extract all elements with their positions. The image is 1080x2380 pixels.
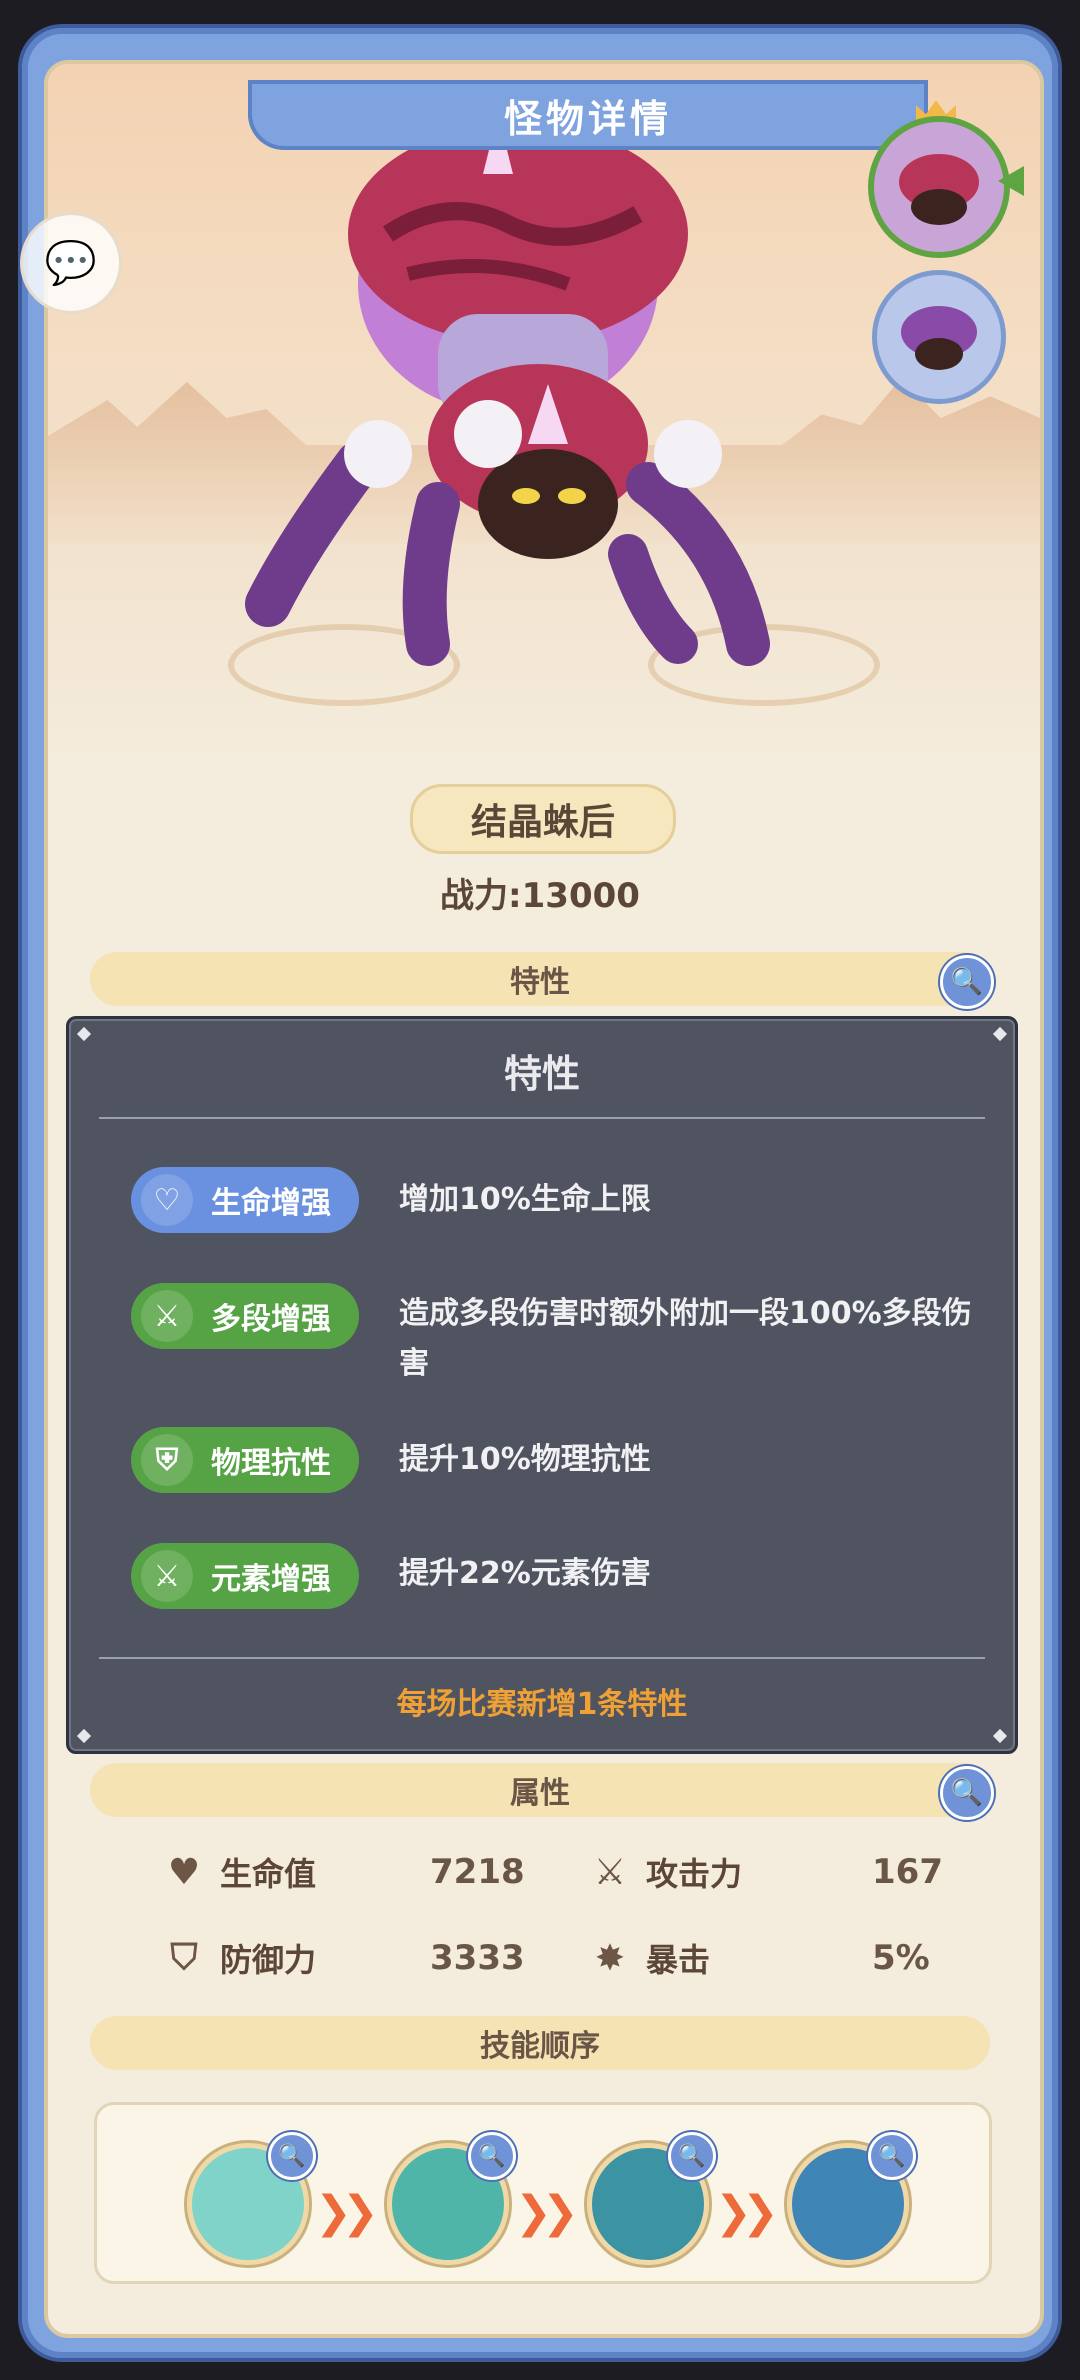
trait-name: 生命增强 <box>211 1186 331 1221</box>
attr-defense: ⛉ 防御力 <box>164 1930 316 1986</box>
heart-shield-icon: ♡ <box>141 1174 193 1226</box>
arrow-icon: ❯❯ <box>515 2187 579 2238</box>
trait-badge-multi-hit[interactable]: ⚔ 多段增强 <box>131 1283 359 1349</box>
skill-search-icon[interactable]: 🔍 <box>268 2132 316 2180</box>
monster-model <box>245 114 770 666</box>
crossed-swords-icon: ⚔ <box>593 1851 627 1893</box>
attr-attack: ⚔ 攻击力 <box>590 1844 742 1900</box>
corner-ornament <box>76 1728 92 1744</box>
attr-label: 生命值 <box>220 1855 317 1893</box>
attr-label: 暴击 <box>646 1941 711 1979</box>
attr-value: 167 <box>872 1852 943 1892</box>
attr-value: 5% <box>872 1938 930 1978</box>
skill-order-panel: 🔍 ❯❯ 🔍 ❯❯ 🔍 ❯❯ 🔍 <box>94 2102 992 2284</box>
trait-name: 物理抗性 <box>211 1446 331 1481</box>
skill-order-section-title: 技能顺序 <box>480 2029 600 2064</box>
crystal-shard-skill-icon[interactable]: 🔍 <box>587 2132 716 2265</box>
trait-popup-footer: 每场比赛新增1条特性 <box>396 1687 688 1722</box>
attr-value: 7218 <box>430 1852 525 1892</box>
rock-burst-skill-icon[interactable]: 🔍 <box>787 2132 916 2265</box>
trait-name: 元素增强 <box>211 1562 331 1597</box>
arrow-icon: ❯❯ <box>715 2187 779 2238</box>
trait-badge-element-boost[interactable]: ⚔ 元素增强 <box>131 1543 359 1609</box>
trait-popup: 特性 ♡ 生命增强 增加10%生命上限 ⚔ 多段增强 造成多段伤害时额外附加一段… <box>66 1016 1018 1754</box>
skill-order-section-bar: 技能顺序 <box>90 2016 990 2070</box>
attr-value: 3333 <box>430 1938 525 1978</box>
attr-label: 攻击力 <box>646 1855 743 1893</box>
monster-name: 结晶蛛后 <box>470 802 615 843</box>
traits-section-title: 特性 <box>510 965 570 1000</box>
title-banner: 怪物详情 <box>248 80 928 150</box>
attr-hp: ♥ 生命值 <box>164 1844 316 1900</box>
skill-search-icon[interactable]: 🔍 <box>668 2132 716 2180</box>
attr-crit: ✸ 暴击 <box>590 1930 710 1986</box>
trait-popup-title: 特性 <box>503 1052 580 1096</box>
burst-star-icon: ✸ <box>594 1937 626 1979</box>
skill-search-icon[interactable]: 🔍 <box>468 2132 516 2180</box>
crystal-claw-skill-icon[interactable]: 🔍 <box>187 2132 316 2265</box>
trait-name: 多段增强 <box>211 1302 331 1337</box>
attributes-section-title: 属性 <box>510 1776 570 1811</box>
divider <box>99 1657 985 1659</box>
corner-ornament <box>992 1026 1008 1042</box>
trait-desc: 增加10%生命上限 <box>399 1182 651 1217</box>
skill-search-icon[interactable]: 🔍 <box>868 2132 916 2180</box>
chat-bubble-icon[interactable]: 💬 <box>20 212 122 314</box>
trait-desc: 提升10%物理抗性 <box>399 1442 651 1477</box>
spider-minion-portrait-icon <box>901 306 977 370</box>
attributes-search-icon[interactable]: 🔍 <box>940 1766 994 1820</box>
crossed-swords-icon: ⚔ <box>141 1550 193 1602</box>
monster-avatar-selected[interactable] <box>868 116 1010 258</box>
spider-queen-portrait-icon <box>899 154 979 225</box>
page-title: 怪物详情 <box>503 96 672 141</box>
traits-section-bar: 特性 <box>90 952 990 1006</box>
monster-avatar[interactable] <box>872 270 1006 404</box>
crossed-swords-icon: ⚔ <box>141 1290 193 1342</box>
trait-badge-physical-resist[interactable]: ⛨ 物理抗性 <box>131 1427 359 1493</box>
attributes-section-bar: 属性 <box>90 1763 990 1817</box>
trait-desc: 提升22%元素伤害 <box>399 1556 651 1591</box>
traits-search-icon[interactable]: 🔍 <box>940 955 994 1009</box>
combat-power: 战力:13000 <box>440 876 640 916</box>
attr-label: 防御力 <box>220 1941 317 1979</box>
monster-name-plate: 结晶蛛后 <box>410 784 676 854</box>
shield-icon: ⛉ <box>170 1937 198 1978</box>
corner-ornament <box>76 1026 92 1042</box>
pig-bubble-skill-icon[interactable]: 🔍 <box>387 2132 516 2265</box>
heart-icon: ♥ <box>167 1851 201 1893</box>
corner-ornament <box>992 1728 1008 1744</box>
shield-sword-icon: ⛨ <box>141 1434 193 1486</box>
divider <box>99 1117 985 1119</box>
trait-desc: 造成多段伤害时额外附加一段100%多段伤害 <box>399 1296 972 1381</box>
trait-badge-hp-boost[interactable]: ♡ 生命增强 <box>131 1167 359 1233</box>
arrow-icon: ❯❯ <box>315 2187 379 2238</box>
